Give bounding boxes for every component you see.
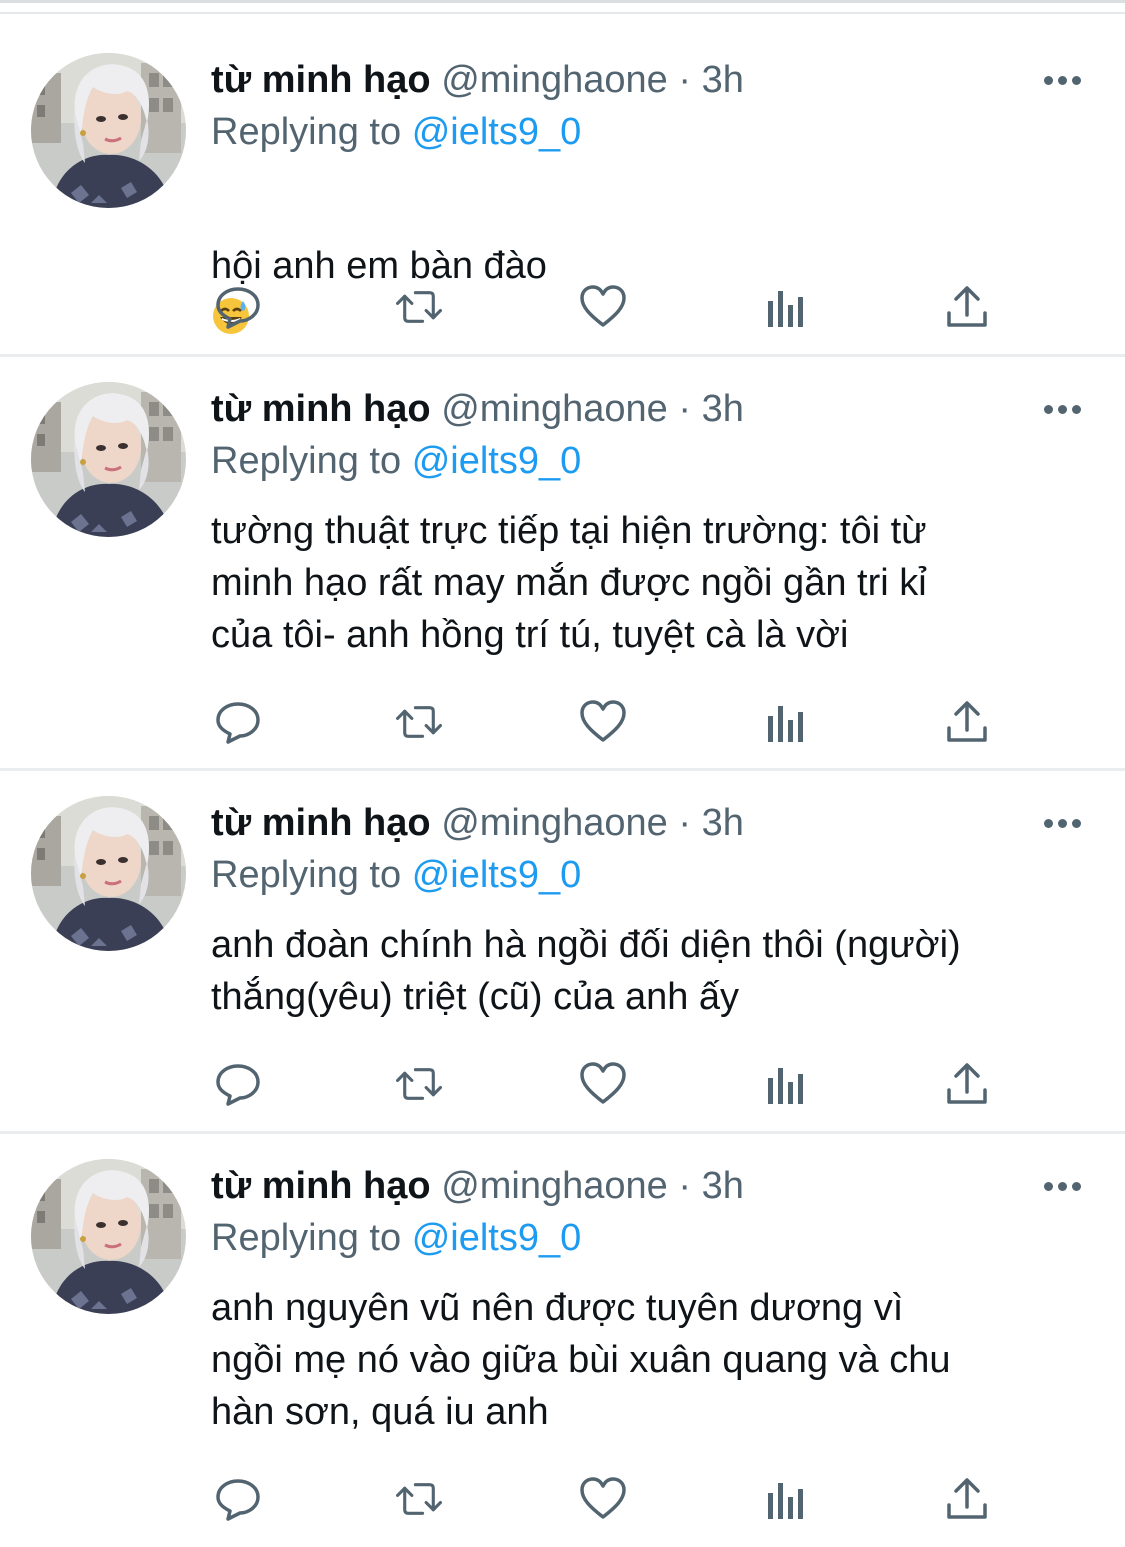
- avatar[interactable]: [31, 1159, 186, 1314]
- analytics-icon[interactable]: [761, 697, 811, 747]
- replying-to-handle[interactable]: @ielts9_0: [412, 440, 582, 482]
- avatar[interactable]: [31, 382, 186, 537]
- retweet-icon[interactable]: [394, 697, 444, 747]
- replying-to-label: Replying to: [211, 1217, 402, 1259]
- tweet-header: từ minh hạo @minghaone · 3h: [211, 797, 744, 849]
- display-name[interactable]: từ minh hạo: [211, 388, 431, 430]
- display-name[interactable]: từ minh hạo: [211, 59, 431, 101]
- replying-to-handle[interactable]: @ielts9_0: [412, 1217, 582, 1259]
- retweet-icon[interactable]: [394, 1474, 444, 1524]
- share-icon[interactable]: [942, 282, 992, 332]
- like-icon[interactable]: [578, 1059, 628, 1109]
- share-icon[interactable]: [942, 697, 992, 747]
- timestamp[interactable]: 3h: [702, 1165, 744, 1207]
- separator-dot: ·: [678, 1165, 692, 1207]
- like-icon[interactable]: [578, 282, 628, 332]
- retweet-icon[interactable]: [394, 282, 444, 332]
- tweet-header: từ minh hạo @minghaone · 3h: [211, 383, 744, 435]
- share-icon[interactable]: [942, 1059, 992, 1109]
- replying-to: Replying to @ielts9_0: [211, 1212, 581, 1264]
- tweet-text-content: hội anh em bàn đào: [211, 245, 547, 287]
- separator-dot: ·: [678, 388, 692, 430]
- tweet-header: từ minh hạo @minghaone · 3h: [211, 54, 744, 106]
- replying-to-label: Replying to: [211, 111, 402, 153]
- more-options-icon[interactable]: [1040, 1179, 1084, 1193]
- user-handle[interactable]: @minghaone: [441, 1165, 668, 1207]
- analytics-icon[interactable]: [761, 1474, 811, 1524]
- more-options-icon[interactable]: [1040, 73, 1084, 87]
- reply-icon[interactable]: [213, 1059, 263, 1109]
- more-options-icon[interactable]: [1040, 402, 1084, 416]
- analytics-icon[interactable]: [761, 1059, 811, 1109]
- replying-to-label: Replying to: [211, 440, 402, 482]
- timestamp[interactable]: 3h: [702, 59, 744, 101]
- avatar[interactable]: [31, 53, 186, 208]
- user-handle[interactable]: @minghaone: [441, 388, 668, 430]
- replying-to: Replying to @ielts9_0: [211, 435, 581, 487]
- separator-dot: ·: [678, 802, 692, 844]
- replying-to: Replying to @ielts9_0: [211, 849, 581, 901]
- more-options-icon[interactable]: [1040, 816, 1084, 830]
- tweet-text: anh nguyên vũ nên được tuyên dương vì ng…: [211, 1287, 951, 1433]
- timestamp[interactable]: 3h: [702, 802, 744, 844]
- like-icon[interactable]: [578, 1474, 628, 1524]
- top-bar: [0, 0, 1125, 14]
- retweet-icon[interactable]: [394, 1059, 444, 1109]
- tweet[interactable]: từ minh hạo @minghaone · 3h Replying to …: [0, 357, 1125, 767]
- display-name[interactable]: từ minh hạo: [211, 1165, 431, 1207]
- tweet-header: từ minh hạo @minghaone · 3h: [211, 1160, 744, 1212]
- user-handle[interactable]: @minghaone: [441, 802, 668, 844]
- tweet-actions: [211, 1059, 1011, 1109]
- like-icon[interactable]: [578, 697, 628, 747]
- reply-icon[interactable]: [213, 282, 263, 332]
- tweet-actions: [211, 1474, 1011, 1524]
- user-handle[interactable]: @minghaone: [441, 59, 668, 101]
- share-icon[interactable]: [942, 1474, 992, 1524]
- tweet[interactable]: từ minh hạo @minghaone · 3h Replying to …: [0, 1134, 1125, 1547]
- tweet-actions: [211, 697, 1011, 747]
- tweet-actions: [211, 282, 1011, 332]
- replying-to-handle[interactable]: @ielts9_0: [412, 854, 582, 896]
- reply-icon[interactable]: [213, 1474, 263, 1524]
- tweet[interactable]: từ minh hạo @minghaone · 3h Replying to …: [0, 14, 1125, 354]
- replying-to-handle[interactable]: @ielts9_0: [412, 111, 582, 153]
- tweet-text: anh đoàn chính hà ngồi đối diện thôi (ng…: [211, 924, 961, 1018]
- replying-to-label: Replying to: [211, 854, 402, 896]
- tweet-text: tường thuật trực tiếp tại hiện trường: t…: [211, 510, 927, 656]
- separator-dot: ·: [678, 59, 692, 101]
- display-name[interactable]: từ minh hạo: [211, 802, 431, 844]
- reply-icon[interactable]: [213, 697, 263, 747]
- top-bar-edge: [0, 0, 1125, 3]
- timestamp[interactable]: 3h: [702, 388, 744, 430]
- analytics-icon[interactable]: [761, 282, 811, 332]
- tweet[interactable]: từ minh hạo @minghaone · 3h Replying to …: [0, 771, 1125, 1131]
- replying-to: Replying to @ielts9_0: [211, 106, 581, 158]
- avatar[interactable]: [31, 796, 186, 951]
